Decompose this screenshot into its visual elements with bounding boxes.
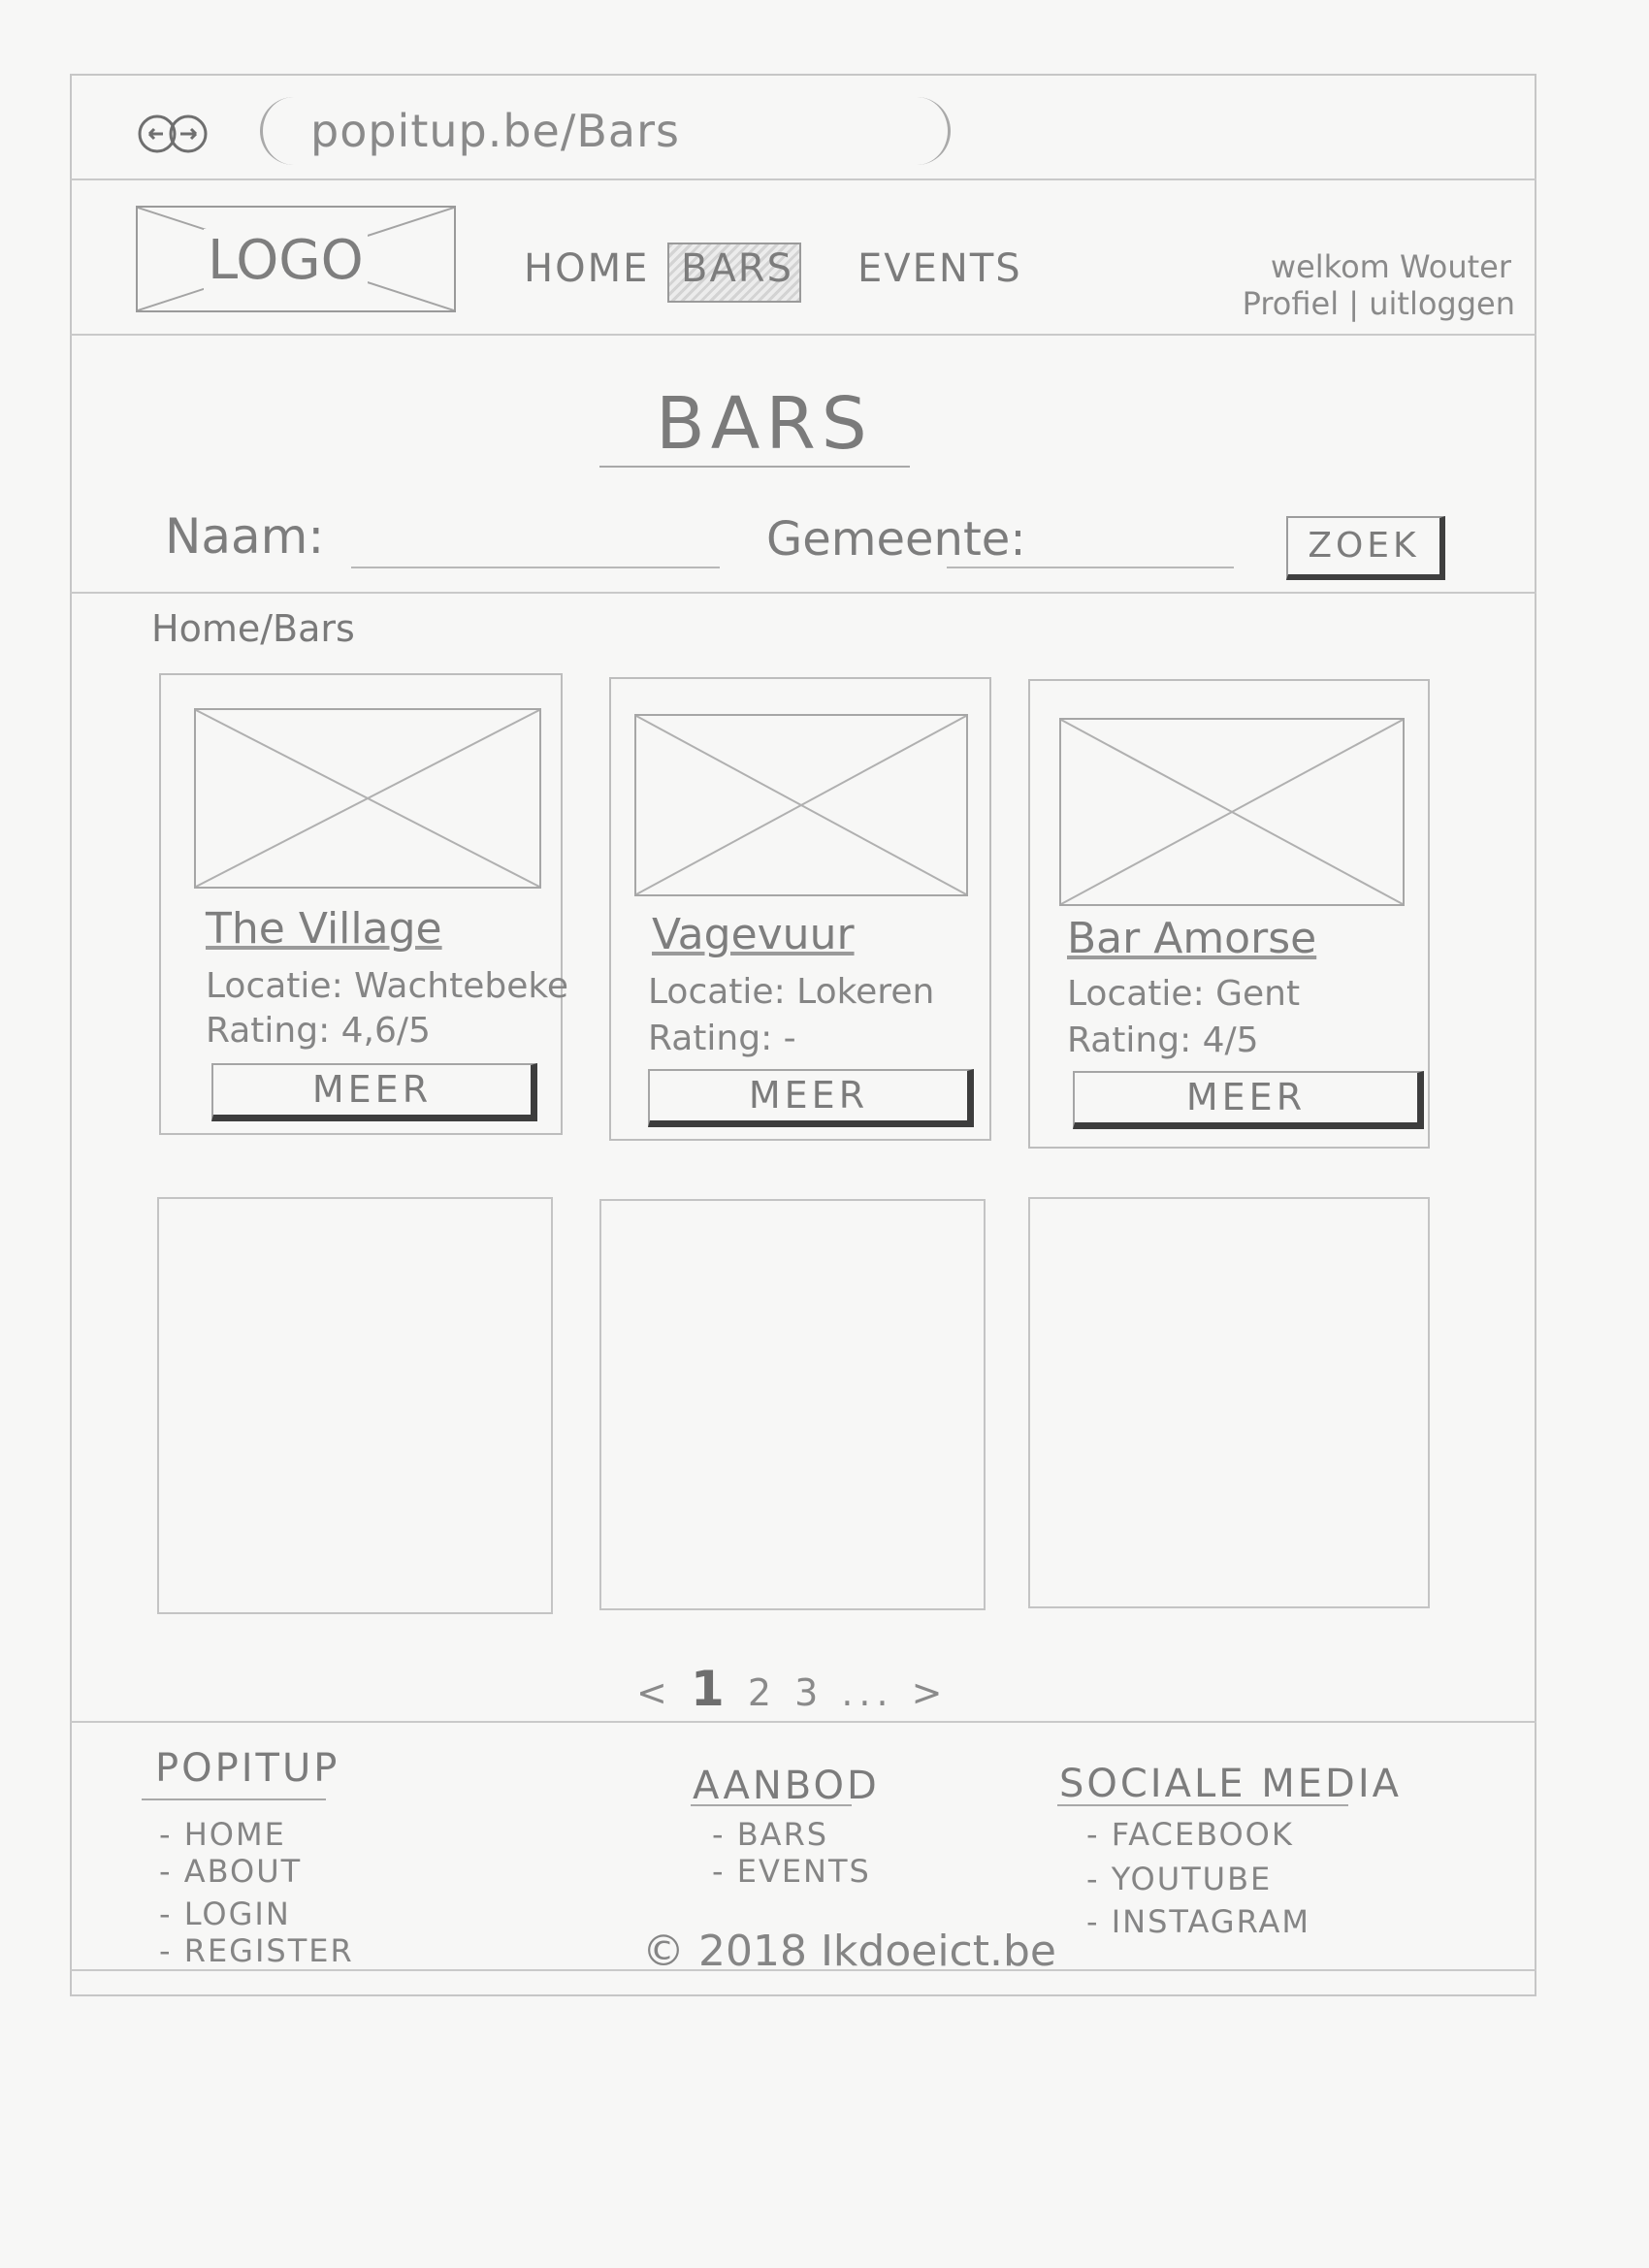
- image-cross-icon: [1061, 720, 1403, 904]
- divider-search: [70, 592, 1536, 594]
- divider-header: [70, 334, 1536, 336]
- meer-button[interactable]: MEER: [648, 1069, 974, 1127]
- bar-name[interactable]: Vagevuur: [652, 910, 855, 959]
- bar-name[interactable]: The Village: [206, 904, 442, 954]
- page-title: BARS: [656, 382, 873, 466]
- footer-link-youtube[interactable]: - YOUTUBE: [1086, 1861, 1272, 1897]
- breadcrumb[interactable]: Home/Bars: [151, 607, 355, 650]
- pagination-next-icon[interactable]: >: [912, 1671, 949, 1714]
- footer-link-register[interactable]: - REGISTER: [159, 1932, 354, 1969]
- bar-name[interactable]: Bar Amorse: [1067, 914, 1316, 963]
- footer-link-events[interactable]: - EVENTS: [712, 1853, 871, 1890]
- pagination: < 1 2 3 ... >: [636, 1661, 949, 1717]
- nav-home[interactable]: HOME: [524, 246, 649, 291]
- bar-location: Locatie: Gent: [1067, 974, 1301, 1014]
- logo-text: LOGO: [204, 229, 368, 292]
- footer-title-sociale-media: SOCIALE MEDIA: [1059, 1762, 1402, 1806]
- footer-link-instagram[interactable]: - INSTAGRAM: [1086, 1903, 1310, 1940]
- municipality-label: Gemeente:: [766, 512, 1026, 567]
- footer-title-aanbod: AANBOD: [693, 1764, 880, 1808]
- footer-title-popitup: POPITUP: [155, 1746, 340, 1791]
- municipality-input[interactable]: [947, 567, 1234, 568]
- image-cross-icon: [636, 716, 966, 894]
- meer-button[interactable]: MEER: [1073, 1071, 1424, 1129]
- bar-rating: Rating: 4/5: [1067, 1021, 1259, 1060]
- bar-rating: Rating: -: [648, 1019, 796, 1058]
- bar-image-placeholder: [194, 708, 541, 889]
- name-input[interactable]: [351, 567, 720, 568]
- footer-link-about[interactable]: - ABOUT: [159, 1853, 302, 1890]
- footer-link-bars[interactable]: - BARS: [712, 1816, 828, 1853]
- bar-card-2[interactable]: Vagevuur Locatie: Lokeren Rating: - MEER: [609, 677, 991, 1141]
- user-welcome: welkom Wouter: [1270, 248, 1511, 285]
- copyright-text: © 2018 Ikdoeict.be: [642, 1927, 1056, 1976]
- divider-browser: [70, 178, 1536, 180]
- bar-card-empty-6[interactable]: [1028, 1197, 1430, 1608]
- browser-nav-icon[interactable]: [138, 113, 208, 155]
- bar-image-placeholder: [634, 714, 968, 896]
- bar-card-empty-5[interactable]: [599, 1199, 986, 1610]
- image-cross-icon: [196, 710, 539, 887]
- nav-bars[interactable]: BARS: [681, 246, 793, 291]
- footer-link-facebook[interactable]: - FACEBOOK: [1086, 1816, 1294, 1853]
- footer-underline: [1057, 1804, 1348, 1806]
- meer-button[interactable]: MEER: [211, 1063, 537, 1121]
- logo-placeholder[interactable]: LOGO: [136, 206, 456, 312]
- bar-location: Locatie: Wachtebeke: [206, 966, 569, 1006]
- pagination-current-page[interactable]: 1: [691, 1661, 730, 1717]
- bar-rating: Rating: 4,6/5: [206, 1011, 431, 1051]
- footer-underline: [142, 1798, 326, 1800]
- bar-card-1[interactable]: The Village Locatie: Wachtebeke Rating: …: [159, 673, 568, 1135]
- bar-card-empty-4[interactable]: [157, 1197, 553, 1614]
- footer-underline: [691, 1804, 852, 1806]
- bar-location: Locatie: Lokeren: [648, 972, 935, 1012]
- nav-events[interactable]: EVENTS: [857, 246, 1022, 291]
- user-profile-logout-links[interactable]: Profiel | uitloggen: [1243, 285, 1515, 322]
- name-label: Naam:: [165, 508, 325, 565]
- bar-card-3[interactable]: Bar Amorse Locatie: Gent Rating: 4/5 MEE…: [1028, 679, 1430, 1149]
- footer-link-login[interactable]: - LOGIN: [159, 1895, 291, 1932]
- divider-content: [70, 1721, 1536, 1723]
- title-underline: [599, 466, 910, 468]
- bar-image-placeholder: [1059, 718, 1405, 906]
- pagination-pages[interactable]: 2 3 ...: [748, 1671, 894, 1714]
- pagination-prev-icon[interactable]: <: [636, 1671, 673, 1714]
- address-bar-url: popitup.be/Bars: [310, 105, 680, 157]
- search-button[interactable]: ZOEK: [1286, 516, 1445, 580]
- footer-link-home[interactable]: - HOME: [159, 1816, 286, 1853]
